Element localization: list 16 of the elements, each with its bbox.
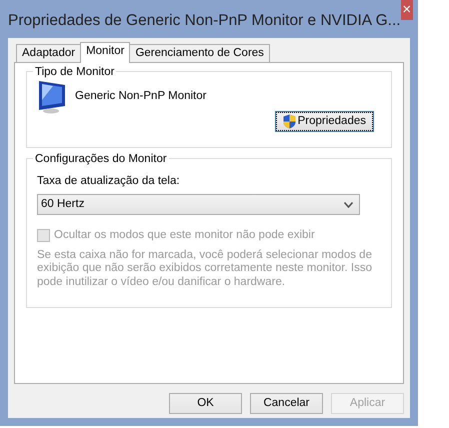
monitor-icon <box>37 80 67 114</box>
chevron-down-icon <box>344 202 353 208</box>
monitor-name: Generic Non-PnP Monitor <box>75 89 206 104</box>
checkbox-label: Ocultar os modos que este monitor não pode exibir <box>54 228 315 244</box>
refresh-rate-dropdown[interactable]: 60 Hertz <box>37 194 360 216</box>
description-text: Se esta caixa não for marcada, você poderá selecionar modos de exibição que não serão exibidos corretamente neste monitor. Isso pode inutilizar o vídeo e/ou danificar o hardware. <box>37 248 373 289</box>
shield-icon <box>282 114 296 129</box>
window-title: Propriedades de Generic Non-PnP Monitor e NVIDIA G... <box>8 11 401 31</box>
tab[interactable]: Gerenciamento de Cores <box>129 44 270 62</box>
refresh-rate-label: Taxa de atualização da tela: <box>37 174 181 189</box>
close-button[interactable]: × <box>400 0 413 20</box>
dialog-button[interactable]: Cancelar <box>250 393 323 414</box>
dialog-button[interactable]: OK <box>169 393 242 414</box>
properties-button[interactable]: Propriedades <box>276 112 373 131</box>
tab[interactable]: Adaptador <box>16 44 82 62</box>
tab[interactable]: Monitor <box>80 42 130 63</box>
